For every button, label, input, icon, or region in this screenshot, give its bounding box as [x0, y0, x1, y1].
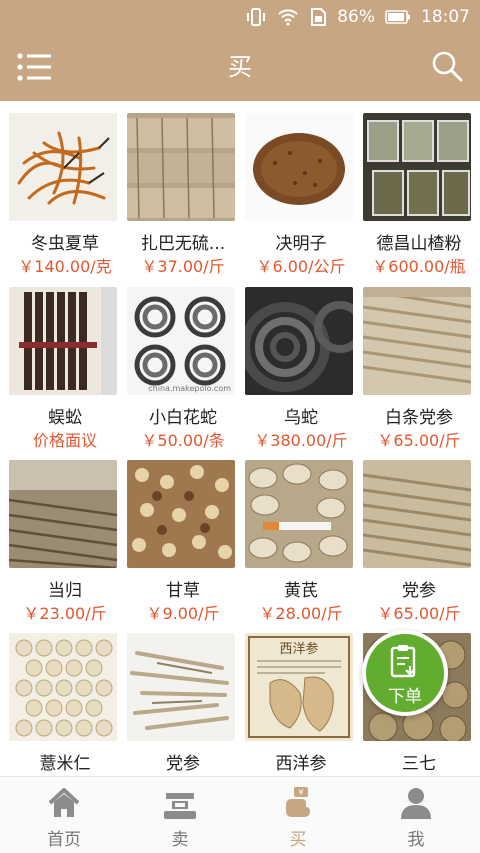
product-card[interactable]: 薏米仁 [6, 621, 124, 776]
product-image [363, 287, 471, 395]
status-bar: 86% 18:07 [0, 0, 480, 33]
product-name: 小白花蛇 [149, 408, 217, 428]
product-name: 党参 [402, 581, 436, 601]
product-price: ￥6.00/公斤 [256, 257, 346, 276]
place-order-label: 下单 [388, 687, 422, 707]
product-name: 黄芪 [284, 581, 318, 601]
product-image [127, 460, 235, 568]
product-card[interactable]: 德昌山楂粉 ￥600.00/瓶 [360, 101, 478, 276]
image-watermark: china.makepolo.com [148, 384, 231, 393]
product-price: ￥600.00/瓶 [372, 257, 466, 276]
image-label: 西洋参 [279, 641, 318, 657]
battery-icon [385, 9, 411, 25]
product-image [363, 460, 471, 568]
product-image [127, 633, 235, 741]
product-image [9, 113, 117, 221]
product-image [245, 460, 353, 568]
product-name: 德昌山楂粉 [376, 234, 462, 254]
search-icon [432, 51, 463, 82]
order-clipboard-icon [390, 645, 416, 678]
product-card[interactable]: 扎巴无硫... ￥37.00/斤 [124, 101, 242, 276]
tab-sell[interactable]: 卖 [120, 777, 240, 853]
sim-card-icon [309, 7, 327, 27]
product-image: 西洋参 [245, 633, 353, 741]
place-order-button[interactable]: 下单 [362, 630, 448, 716]
product-card[interactable]: 蜈蚣 价格面议 [6, 275, 124, 450]
product-name: 扎巴无硫... [140, 234, 226, 254]
tab-home[interactable]: 首页 [4, 777, 124, 853]
clock: 18:07 [421, 6, 470, 27]
tab-me-label: 我 [407, 830, 425, 850]
buy-hand-icon: ¥ [286, 787, 310, 817]
product-card[interactable]: 党参 ￥65.00/斤 [360, 448, 478, 623]
product-card[interactable]: 乌蛇 ￥380.00/斤 [242, 275, 360, 450]
svg-text:¥: ¥ [298, 788, 303, 797]
product-card[interactable]: china.makepolo.com 小白花蛇 ￥50.00/条 [124, 275, 242, 450]
product-card[interactable]: 冬虫夏草 ￥140.00/克 [6, 101, 124, 276]
product-card[interactable]: 当归 ￥23.00/斤 [6, 448, 124, 623]
product-card[interactable]: 白条党参 ￥65.00/斤 [360, 275, 478, 450]
product-image [127, 113, 235, 221]
product-name: 白条党参 [385, 408, 453, 428]
product-name: 冬虫夏草 [31, 234, 99, 254]
product-name: 三七 [402, 754, 436, 774]
product-name: 乌蛇 [284, 408, 318, 428]
search-button[interactable] [430, 49, 464, 83]
product-image: china.makepolo.com [127, 287, 235, 395]
product-image [245, 113, 353, 221]
product-card[interactable]: 党参 [124, 621, 242, 776]
product-card[interactable]: 决明子 ￥6.00/公斤 [242, 101, 360, 276]
vibrate-icon [245, 7, 267, 27]
product-name: 西洋参 [275, 754, 327, 774]
user-icon [401, 788, 431, 819]
battery-percent: 86% [337, 6, 375, 27]
product-image [245, 287, 353, 395]
product-image [363, 113, 471, 221]
tab-me[interactable]: 我 [356, 777, 476, 853]
product-image [9, 633, 117, 741]
bottom-tab-bar: 首页 卖 ¥ 买 我 [0, 776, 480, 853]
product-name: 当归 [48, 581, 82, 601]
wifi-icon [277, 7, 299, 27]
product-name: 决明子 [275, 234, 327, 254]
product-image [9, 287, 117, 395]
tab-home-label: 首页 [47, 830, 81, 850]
home-icon [48, 788, 80, 817]
product-name: 党参 [166, 754, 200, 774]
product-name: 蜈蚣 [48, 408, 82, 428]
product-price: ￥37.00/斤 [141, 257, 225, 276]
tab-buy-label: 买 [289, 830, 307, 850]
product-card[interactable]: 黄芪 ￥28.00/斤 [242, 448, 360, 623]
product-card[interactable]: 西洋参 西洋参 [242, 621, 360, 776]
scale-icon [164, 793, 196, 819]
page-title: 买 [228, 53, 252, 81]
product-name: 薏米仁 [39, 754, 91, 774]
tab-buy[interactable]: ¥ 买 [238, 777, 358, 853]
product-name: 甘草 [166, 581, 200, 601]
product-card[interactable]: 甘草 ￥9.00/斤 [124, 448, 242, 623]
tab-sell-label: 卖 [171, 830, 189, 850]
app-header: 买 [0, 33, 480, 101]
product-image [9, 460, 117, 568]
product-price: ￥140.00/克 [18, 257, 112, 276]
